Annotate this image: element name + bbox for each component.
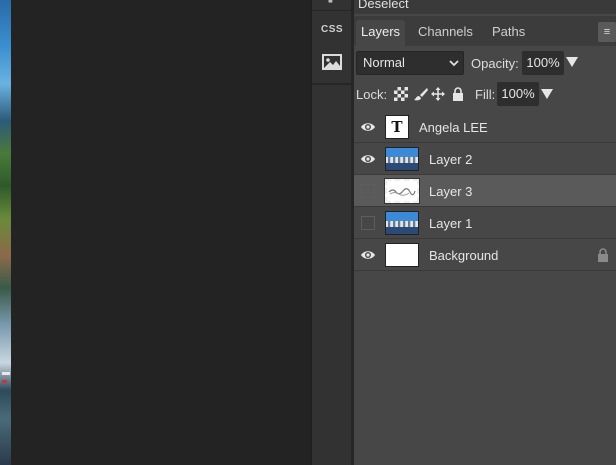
visibility-toggle-off[interactable] [361,216,375,230]
canvas-image-detail [2,380,7,383]
panel-menu-icon[interactable]: ≡ [598,22,616,42]
layer-thumbnail [384,178,420,204]
layer-name: Background [429,248,499,263]
blend-mode-value: Normal [363,55,405,70]
side-tool-column: ■ CSS [311,0,352,465]
layer-name: Angela LEE [419,120,488,135]
menu-item-deselect[interactable]: Deselect [354,0,616,14]
layer-row-angela-lee[interactable]: T Angela LEE [354,111,616,143]
layer-row-background[interactable]: Background [354,239,616,271]
layer-row-layer-3[interactable]: Layer 3 [354,175,616,207]
tab-layers[interactable]: Layers [356,20,406,46]
divider [312,83,352,85]
brush-icon[interactable] [414,87,430,103]
panel-tabs: Layers Channels Paths ≡ [354,16,616,46]
text-type-icon: T [391,118,403,136]
layer-thumbnail [385,211,419,235]
layers-list: T Angela LEE Layer 2 Layer 3 Layer 1 Bac… [354,111,616,271]
image-icon[interactable] [322,54,342,70]
canvas-image-edge[interactable] [0,0,11,465]
blend-mode-select[interactable]: Normal [356,51,464,75]
eye-icon[interactable] [360,151,376,167]
small-handle-icon[interactable]: ■ [328,0,336,5]
move-icon[interactable] [431,87,447,103]
lock-icon[interactable] [451,87,467,103]
checkerboard-icon[interactable] [394,87,410,103]
opacity-label: Opacity: [471,56,519,71]
fill-label: Fill: [475,87,496,102]
opacity-dropdown-icon[interactable] [566,57,578,67]
canvas-image-detail [2,372,10,375]
layer-name: Layer 1 [429,216,473,231]
layer-row-layer-2[interactable]: Layer 2 [354,143,616,175]
eye-icon[interactable] [360,247,376,263]
visibility-toggle-off[interactable] [361,184,375,198]
fill-dropdown-icon[interactable] [541,89,553,99]
layer-name: Layer 3 [429,184,473,199]
layer-lock-icon [596,248,610,262]
divider [312,10,352,11]
fill-input[interactable]: 100% [497,82,539,106]
workspace[interactable] [11,0,311,465]
tab-channels[interactable]: Channels [413,20,478,46]
opacity-input[interactable]: 100% [522,51,564,75]
lock-label: Lock: [356,87,388,102]
chevron-down-icon [449,52,459,82]
text-layer-thumbnail: T [385,115,409,139]
eye-icon[interactable] [360,119,376,135]
layer-row-layer-1[interactable]: Layer 1 [354,207,616,239]
layer-thumbnail [385,147,419,171]
layers-panel: Deselect Layers Channels Paths ≡ Normal … [354,0,616,465]
layer-thumbnail [385,243,419,267]
css-button[interactable]: CSS [320,24,344,40]
deselect-label: Deselect [358,0,409,11]
layer-name: Layer 2 [429,152,473,167]
tab-paths[interactable]: Paths [487,20,530,46]
